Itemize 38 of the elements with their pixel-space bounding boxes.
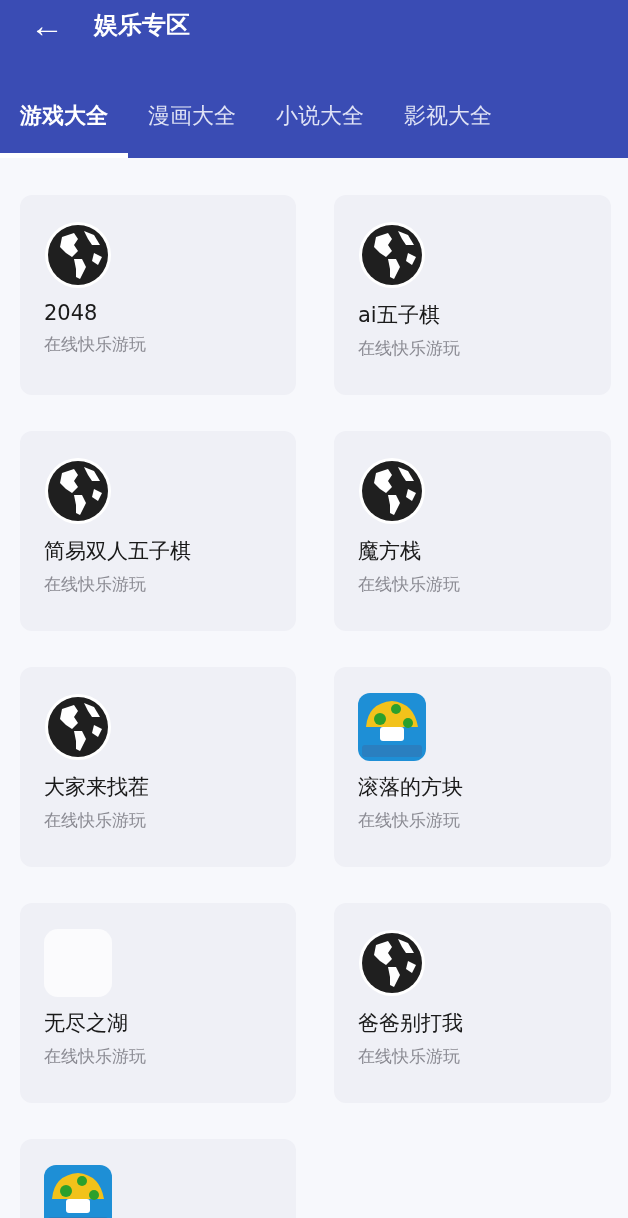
globe-icon: [358, 457, 426, 525]
category-tab[interactable]: 小说大全: [256, 82, 384, 158]
globe-icon: [44, 221, 112, 289]
game-name: 爸爸别打我: [358, 1010, 464, 1037]
game-card[interactable]: ai五子棋 在线快乐游玩: [334, 195, 611, 395]
game-name: 无尽之湖: [44, 1010, 129, 1037]
game-name: 大家来找茬: [44, 774, 150, 801]
game-subtitle: 在线快乐游玩: [358, 337, 461, 360]
game-name: 简易双人五子棋: [44, 538, 192, 565]
page-title: 娱乐专区: [94, 10, 190, 41]
game-subtitle: 在线快乐游玩: [44, 1045, 147, 1068]
back-button[interactable]: ←: [30, 8, 64, 42]
game-name: 魔方栈: [358, 538, 422, 565]
category-tab[interactable]: 游戏大全: [0, 82, 128, 158]
game-card[interactable]: 大家来找茬 在线快乐游玩: [20, 667, 296, 867]
game-subtitle: 在线快乐游玩: [44, 573, 147, 596]
game-subtitle: 在线快乐游玩: [358, 809, 461, 832]
game-name: 滚落的方块: [358, 774, 464, 801]
game-card[interactable]: 魔方栈 在线快乐游玩: [334, 431, 611, 631]
game-name: 2048: [44, 301, 99, 325]
game-name: ai五子棋: [358, 302, 441, 329]
mushroom-icon: [358, 693, 426, 761]
category-tab[interactable]: 影视大全: [384, 82, 512, 158]
category-tab[interactable]: 漫画大全: [128, 82, 256, 158]
game-subtitle: 在线快乐游玩: [358, 1045, 461, 1068]
game-subtitle: 在线快乐游玩: [358, 573, 461, 596]
game-card[interactable]: 滚落的方块 在线快乐游玩: [334, 667, 611, 867]
mushroom-icon: [44, 1165, 112, 1218]
game-subtitle: 在线快乐游玩: [44, 809, 147, 832]
game-card[interactable]: 爸爸别打我 在线快乐游玩: [334, 903, 611, 1103]
globe-icon: [44, 693, 112, 761]
game-subtitle: 在线快乐游玩: [44, 333, 147, 356]
globe-icon: [44, 457, 112, 525]
game-card[interactable]: 简易双人五子棋 在线快乐游玩: [20, 431, 296, 631]
globe-icon: [358, 221, 426, 289]
game-card[interactable]: 无尽之湖 在线快乐游玩: [20, 903, 296, 1103]
globe-icon: [358, 929, 426, 997]
game-card[interactable]: 2048 在线快乐游玩: [20, 195, 296, 395]
